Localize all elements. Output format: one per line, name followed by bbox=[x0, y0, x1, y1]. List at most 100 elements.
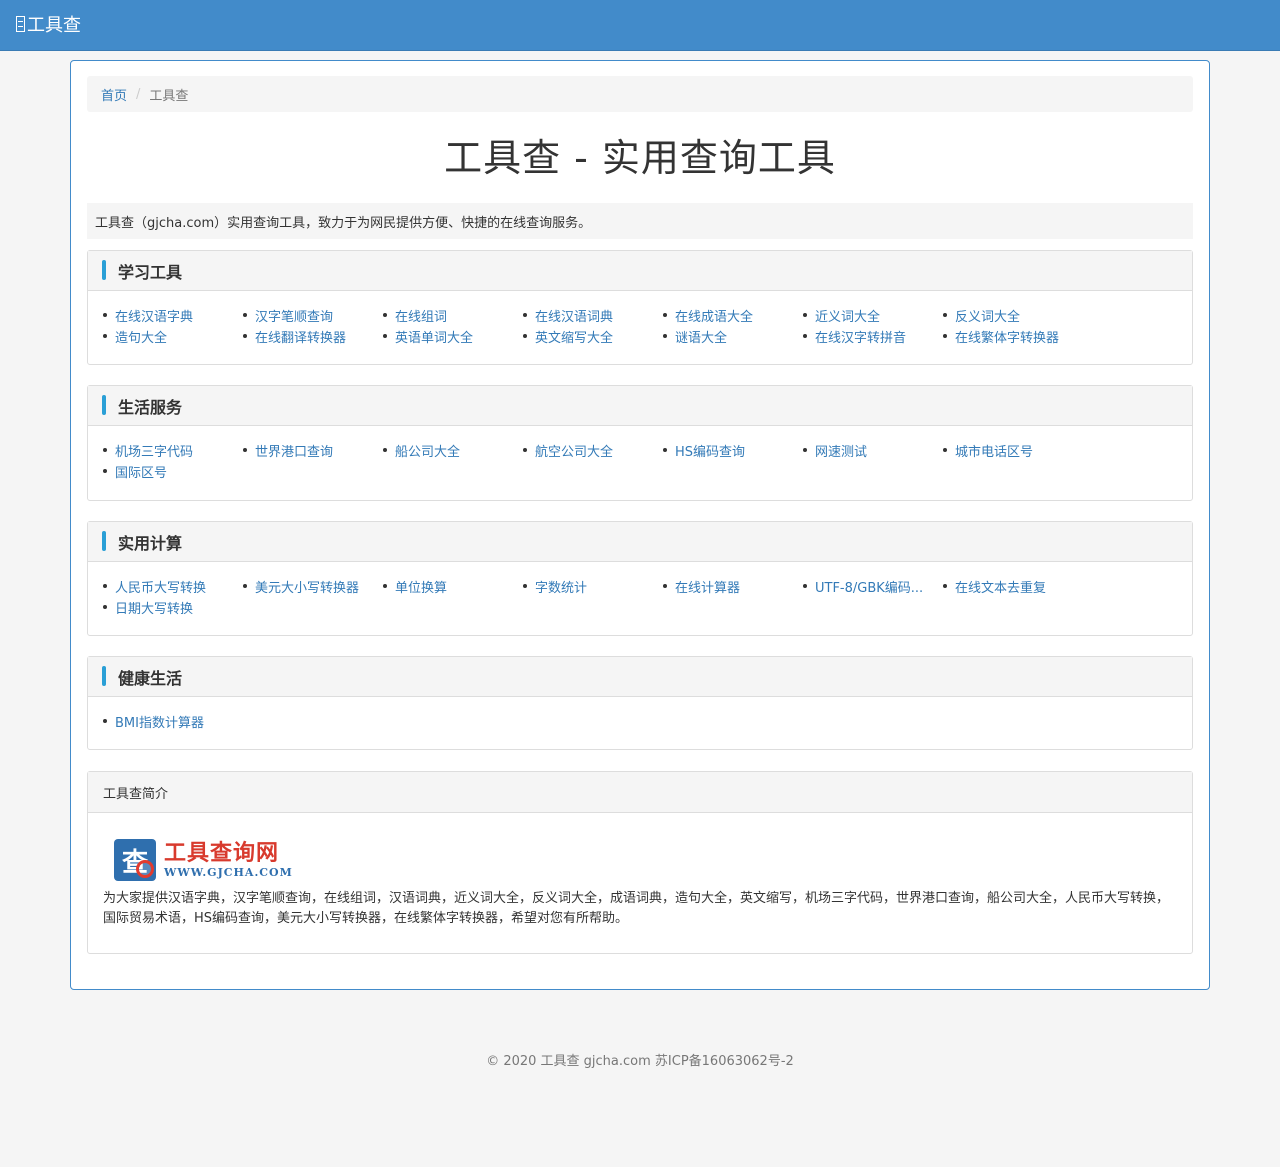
tool-link[interactable]: 国际区号 bbox=[115, 462, 167, 481]
bullet-icon bbox=[383, 448, 387, 452]
bullet-icon bbox=[103, 605, 107, 609]
tool-link[interactable]: 英语单词大全 bbox=[395, 327, 473, 346]
link-list: 人民币大写转换 美元大小写转换器 单位换算 字数统计 在线计算器 UTF-8/GBK编码.… bbox=[88, 562, 1192, 616]
tool-link-item: 在线文本去重复 bbox=[943, 577, 1083, 595]
breadcrumb: 首页 / 工具查 bbox=[87, 76, 1193, 112]
section-heading: 生活服务 bbox=[88, 386, 1192, 426]
tool-link[interactable]: 汉字笔顺查询 bbox=[255, 306, 333, 325]
link-list: BMI指数计算器 bbox=[88, 697, 1192, 730]
bullet-icon bbox=[943, 584, 947, 588]
about-title: 工具查简介 bbox=[88, 772, 1192, 813]
tool-link[interactable]: 在线汉字转拼音 bbox=[815, 327, 906, 346]
magnifier-icon bbox=[136, 860, 154, 878]
tool-link-item: HS编码查询 bbox=[663, 441, 803, 459]
tool-link[interactable]: 单位换算 bbox=[395, 577, 447, 596]
tool-link-item: 美元大小写转换器 bbox=[243, 577, 383, 595]
logo-url-text: WWW.GJCHA.COM bbox=[164, 866, 293, 879]
tool-link-item: 城市电话区号 bbox=[943, 441, 1083, 459]
site-logo: 查 工具查询网 WWW.GJCHA.COM bbox=[114, 835, 1177, 885]
accent-bar bbox=[102, 260, 106, 280]
tool-link[interactable]: 美元大小写转换器 bbox=[255, 577, 359, 596]
tool-link-item: 在线计算器 bbox=[663, 577, 803, 595]
tool-link-item: 英文缩写大全 bbox=[523, 327, 663, 345]
section-title: 实用计算 bbox=[118, 533, 183, 553]
bullet-icon bbox=[243, 334, 247, 338]
tool-link[interactable]: 反义词大全 bbox=[955, 306, 1020, 325]
tool-link[interactable]: 世界港口查询 bbox=[255, 441, 333, 460]
bullet-icon bbox=[943, 313, 947, 317]
bullet-icon bbox=[523, 448, 527, 452]
tool-link[interactable]: 人民币大写转换 bbox=[115, 577, 206, 596]
bullet-icon bbox=[663, 334, 667, 338]
bullet-icon bbox=[103, 313, 107, 317]
bullet-icon bbox=[663, 448, 667, 452]
bullet-icon bbox=[523, 334, 527, 338]
logo-icon: 查 bbox=[114, 839, 156, 881]
tool-link[interactable]: 近义词大全 bbox=[815, 306, 880, 325]
tool-link[interactable]: UTF-8/GBK编码... bbox=[815, 577, 923, 596]
tool-link-item: 世界港口查询 bbox=[243, 441, 383, 459]
brand-link[interactable]: 工具查 bbox=[16, 12, 81, 36]
tool-link-item: 船公司大全 bbox=[383, 441, 523, 459]
bullet-icon bbox=[803, 313, 807, 317]
bullet-icon bbox=[943, 334, 947, 338]
about-description: 为大家提供汉语字典，汉字笔顺查询，在线组词，汉语词典，近义词大全，反义词大全，成… bbox=[103, 891, 1170, 926]
tool-link-item: 英语单词大全 bbox=[383, 327, 523, 345]
tool-link-item: 在线汉字转拼音 bbox=[803, 327, 943, 345]
bullet-icon bbox=[943, 448, 947, 452]
tool-link[interactable]: 在线翻译转换器 bbox=[255, 327, 346, 346]
logo-cn-text: 工具查询网 bbox=[164, 840, 280, 866]
tool-link[interactable]: 船公司大全 bbox=[395, 441, 460, 460]
page-title: 工具查 - 实用查询工具 bbox=[444, 136, 836, 180]
tool-link-item: 在线繁体字转换器 bbox=[943, 327, 1083, 345]
tool-link[interactable]: 在线计算器 bbox=[675, 577, 740, 596]
tool-link[interactable]: 在线繁体字转换器 bbox=[955, 327, 1059, 346]
bullet-icon bbox=[663, 584, 667, 588]
bullet-icon bbox=[803, 334, 807, 338]
section-panel-calc: 实用计算 人民币大写转换 美元大小写转换器 单位换算 字数统计 在线计算器 UTF-8/G… bbox=[87, 521, 1193, 636]
tool-link[interactable]: 造句大全 bbox=[115, 327, 167, 346]
tool-link[interactable]: 在线组词 bbox=[395, 306, 447, 325]
tool-link-item: 在线成语大全 bbox=[663, 306, 803, 324]
tool-link-item: UTF-8/GBK编码... bbox=[803, 577, 943, 595]
tool-link[interactable]: 在线汉语词典 bbox=[535, 306, 613, 325]
bullet-icon bbox=[103, 448, 107, 452]
bullet-icon bbox=[103, 334, 107, 338]
link-list: 在线汉语字典 汉字笔顺查询 在线组词 在线汉语词典 在线成语大全 近义词大全 反义词大全造句… bbox=[88, 291, 1192, 345]
bullet-icon bbox=[103, 584, 107, 588]
tool-link[interactable]: 谜语大全 bbox=[675, 327, 727, 346]
tool-link-item: 造句大全 bbox=[103, 327, 243, 345]
tool-link[interactable]: 航空公司大全 bbox=[535, 441, 613, 460]
tool-link[interactable]: 在线文本去重复 bbox=[955, 577, 1046, 596]
tool-link[interactable]: 机场三字代码 bbox=[115, 441, 193, 460]
tool-link[interactable]: 日期大写转换 bbox=[115, 598, 193, 617]
top-navbar: 工具查 bbox=[0, 0, 1280, 51]
bullet-icon bbox=[103, 719, 107, 723]
about-body: 查 工具查询网 WWW.GJCHA.COM 为大家提供汉语字典，汉字笔顺查询，在… bbox=[88, 813, 1192, 929]
bullet-icon bbox=[383, 584, 387, 588]
bullet-icon bbox=[663, 313, 667, 317]
section-panel-health: 健康生活 BMI指数计算器 bbox=[87, 656, 1193, 750]
bullet-icon bbox=[383, 334, 387, 338]
tool-link[interactable]: 在线成语大全 bbox=[675, 306, 753, 325]
tool-link[interactable]: 网速测试 bbox=[815, 441, 867, 460]
section-heading: 学习工具 bbox=[88, 251, 1192, 291]
tool-link-item: 在线汉语字典 bbox=[103, 306, 243, 324]
tool-link[interactable]: 在线汉语字典 bbox=[115, 306, 193, 325]
tool-link[interactable]: HS编码查询 bbox=[675, 441, 745, 460]
tool-link-item: BMI指数计算器 bbox=[103, 712, 243, 730]
breadcrumb-home[interactable]: 首页 bbox=[101, 85, 127, 104]
tool-link[interactable]: 英文缩写大全 bbox=[535, 327, 613, 346]
bullet-icon bbox=[803, 448, 807, 452]
section-panel-life: 生活服务 机场三字代码 世界港口查询 船公司大全 航空公司大全 HS编码查询 网速测试 城市… bbox=[87, 385, 1193, 501]
intro-text: 工具查（gjcha.com）实用查询工具，致力于为网民提供方便、快捷的在线查询服… bbox=[87, 203, 1193, 239]
tool-link[interactable]: 城市电话区号 bbox=[955, 441, 1033, 460]
section-panel-study: 学习工具 在线汉语字典 汉字笔顺查询 在线组词 在线汉语词典 在线成语大全 近义词大全 反义… bbox=[87, 250, 1193, 365]
tool-link-item: 在线组词 bbox=[383, 306, 523, 324]
tool-link[interactable]: BMI指数计算器 bbox=[115, 712, 204, 731]
tool-link[interactable]: 字数统计 bbox=[535, 577, 587, 596]
tool-link-item: 在线翻译转换器 bbox=[243, 327, 383, 345]
main-container: 首页 / 工具查 工具查 - 实用查询工具 工具查（gjcha.com）实用查询… bbox=[70, 60, 1210, 990]
bullet-icon bbox=[523, 584, 527, 588]
tool-link-item: 在线汉语词典 bbox=[523, 306, 663, 324]
